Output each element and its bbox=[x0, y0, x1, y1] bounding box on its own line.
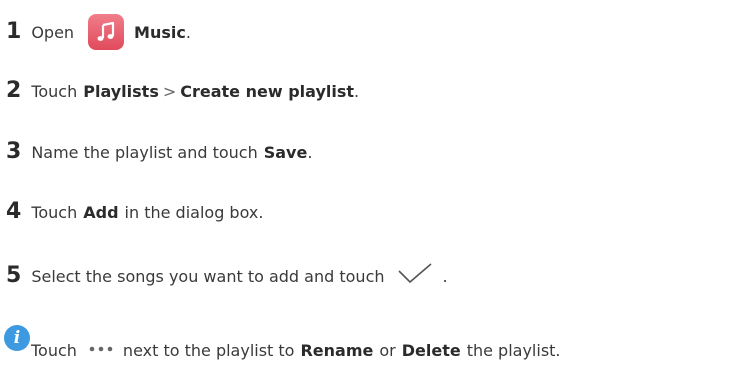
note-text-a: Touch bbox=[31, 341, 77, 360]
step-number: 4 bbox=[6, 199, 22, 224]
note-text-b: next to the playlist to bbox=[122, 341, 295, 360]
playlists-label: Playlists bbox=[83, 81, 159, 101]
step-3: 3 Name the playlist and touch Save. bbox=[6, 136, 312, 168]
info-icon: i bbox=[4, 325, 30, 351]
add-label: Add bbox=[83, 202, 119, 222]
step-text-end: . bbox=[185, 22, 191, 42]
note-text: Touch next to the playlist to Rename or … bbox=[31, 341, 561, 360]
delete-label: Delete bbox=[401, 341, 461, 360]
step-text-end: in the dialog box. bbox=[124, 202, 264, 222]
step-1: 1 Open Music. bbox=[6, 12, 191, 52]
note-text-d: the playlist. bbox=[466, 341, 561, 360]
menu-separator: > bbox=[162, 81, 177, 101]
save-label: Save bbox=[263, 142, 308, 162]
step-text: Select the songs you want to add and tou… bbox=[31, 266, 385, 286]
rename-label: Rename bbox=[300, 341, 374, 360]
step-number: 5 bbox=[6, 263, 22, 288]
step-text: Touch bbox=[31, 202, 78, 222]
music-note-icon bbox=[97, 21, 115, 41]
step-text-end: . bbox=[442, 266, 448, 286]
step-2: 2 Touch Playlists > Create new playlist. bbox=[6, 75, 359, 107]
checkmark-icon bbox=[397, 262, 433, 290]
step-text: Touch bbox=[31, 81, 78, 101]
step-text-end: . bbox=[354, 81, 360, 101]
step-text-end: . bbox=[307, 142, 313, 162]
app-name: Music bbox=[134, 22, 186, 42]
step-5: 5 Select the songs you want to add and t… bbox=[6, 257, 448, 295]
step-text: Name the playlist and touch bbox=[31, 142, 258, 162]
step-number: 3 bbox=[6, 139, 22, 164]
step-text: Open bbox=[31, 22, 75, 42]
create-new-playlist-label: Create new playlist bbox=[180, 81, 355, 101]
step-4: 4 Touch Add in the dialog box. bbox=[6, 196, 263, 228]
music-app-icon bbox=[88, 14, 125, 50]
step-number: 1 bbox=[6, 19, 22, 44]
note: i Touch next to the playlist to Rename o… bbox=[4, 325, 734, 373]
more-dots-icon bbox=[89, 341, 113, 360]
note-text-c: or bbox=[379, 341, 396, 360]
step-number: 2 bbox=[6, 78, 22, 103]
